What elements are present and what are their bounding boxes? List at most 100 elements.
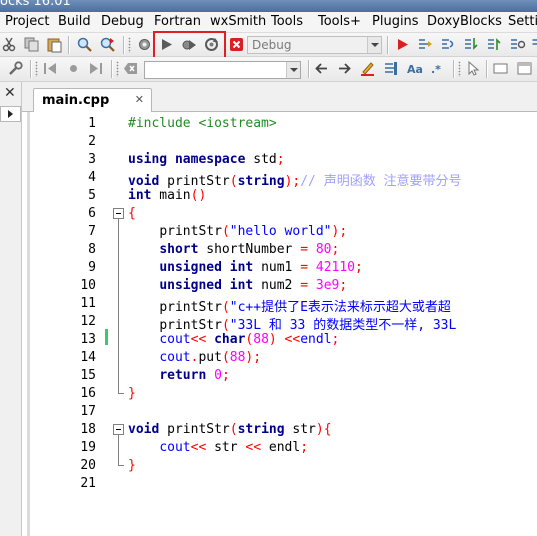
toolbar-grip — [128, 37, 131, 53]
toolbar-separator — [30, 60, 31, 78]
step-out-icon[interactable] — [486, 36, 503, 53]
menu-project[interactable]: Project — [5, 14, 49, 29]
code-token: printStr — [159, 224, 222, 239]
rectangle-icon[interactable] — [492, 60, 509, 77]
toolbar-grip — [35, 61, 38, 77]
code-token: main — [151, 188, 191, 203]
secondary-toolbar: Aa .* — [0, 57, 537, 82]
code-string: "c++提供了E表示法来标示超大或者超 — [229, 300, 451, 315]
wrench-icon[interactable] — [7, 60, 24, 77]
code-line-12: printStr("33L 和 33 的数据类型不一样, 33L — [159, 318, 457, 333]
line-number: 6 — [88, 206, 96, 221]
code-token: string — [237, 422, 285, 437]
line-number: 8 — [88, 242, 96, 257]
code-token: printStr — [159, 300, 222, 315]
window-icon[interactable] — [516, 60, 533, 77]
line-number: 5 — [88, 188, 96, 203]
build-gear-icon[interactable] — [136, 36, 153, 53]
code-token: num2 — [253, 278, 301, 293]
fold-guide — [118, 219, 119, 393]
code-line-7: printStr("hello world"); — [159, 224, 348, 239]
code-token: std — [245, 152, 277, 167]
code-token: namespace — [174, 152, 246, 167]
replace-icon[interactable] — [99, 36, 116, 53]
clear-search-icon[interactable] — [122, 60, 139, 77]
line-number: 2 — [88, 134, 96, 149]
build-target-value: Debug — [252, 38, 292, 52]
line-number: 19 — [80, 440, 96, 455]
code-token: cout — [159, 350, 191, 365]
code-token: str — [206, 440, 246, 455]
search-combo[interactable] — [144, 61, 301, 79]
fold-toggle-icon[interactable] — [113, 208, 124, 219]
jump-forward-icon[interactable] — [87, 60, 104, 77]
build-target-select[interactable]: Debug — [247, 36, 382, 54]
editor-tab-strip: main.cpp ✕ — [22, 82, 537, 113]
case-icon[interactable]: Aa — [406, 60, 423, 77]
menu-debug[interactable]: Debug — [101, 14, 144, 29]
code-line-4: void printStr(string);// 声明函数 注意要带分号 — [128, 174, 462, 189]
toolbar-separator — [387, 36, 388, 54]
code-token: int — [229, 260, 254, 275]
highlight-pen-icon[interactable] — [359, 60, 376, 77]
close-icon[interactable]: ✕ — [135, 93, 144, 106]
panel-expand-icon[interactable] — [0, 106, 21, 122]
toolbar-separator — [486, 60, 487, 78]
line-number: 18 — [80, 422, 96, 437]
find-icon[interactable] — [76, 36, 93, 53]
code-string: "hello world" — [229, 224, 332, 239]
toolbar-grip — [458, 61, 461, 77]
menu-tools[interactable]: Tools — [271, 14, 303, 29]
code-line-15: return 0; — [159, 368, 230, 383]
code-line-16: } — [128, 386, 136, 401]
chevron-down-icon[interactable] — [286, 62, 300, 78]
code-token: cout — [159, 332, 191, 347]
menu-wxsmith[interactable]: wxSmith — [210, 14, 266, 29]
run-to-cursor-icon[interactable] — [417, 36, 434, 53]
abort-icon[interactable] — [228, 36, 245, 53]
menu-plugins[interactable]: Plugins — [372, 14, 419, 29]
toolbar-grip — [116, 61, 119, 77]
line-number: 20 — [80, 458, 96, 473]
menu-tools-plus[interactable]: Tools+ — [318, 14, 361, 29]
pointer-icon[interactable] — [464, 60, 481, 77]
toolbar-overflow-icon[interactable] — [527, 36, 537, 53]
code-token: #include <iostream> — [128, 116, 277, 131]
code-editor[interactable]: 1 2 3 4 5 6 7 8 9 10 11 12 13 14 15 16 1… — [22, 112, 537, 536]
menu-bar: Project Build Debug Fortran wxSmith Tool… — [0, 12, 537, 33]
menu-doxyblocks[interactable]: DoxyBlocks — [427, 14, 502, 29]
jump-back-icon[interactable] — [42, 60, 59, 77]
arrow-left-icon[interactable] — [313, 60, 330, 77]
chevron-down-icon[interactable] — [367, 37, 381, 53]
changed-line-marker — [105, 329, 108, 345]
menu-fortran[interactable]: Fortran — [154, 14, 201, 29]
arrow-right-icon[interactable] — [336, 60, 353, 77]
code-token: endl — [300, 332, 332, 347]
code-area[interactable]: #include <iostream> using namespace std;… — [128, 112, 537, 536]
code-string: "33L 和 33 的数据类型不一样, 33L — [229, 318, 457, 333]
paste-icon[interactable] — [46, 36, 63, 53]
fold-toggle-icon[interactable] — [113, 424, 124, 435]
code-line-18: void printStr(string str){ — [128, 422, 332, 437]
code-line-13: cout<< char(88) <<endl; — [159, 332, 340, 347]
code-line-1: #include <iostream> — [128, 116, 277, 131]
close-icon[interactable]: ✕ — [4, 85, 16, 101]
code-number: 0 — [214, 368, 222, 383]
toolbar-separator — [68, 36, 69, 54]
bookmark-dot-icon[interactable] — [65, 60, 82, 77]
tab-main-cpp[interactable]: main.cpp ✕ — [33, 88, 152, 113]
regex-icon[interactable]: .* — [429, 60, 446, 77]
next-line-icon[interactable] — [440, 36, 457, 53]
debug-start-icon[interactable] — [394, 36, 411, 53]
code-token: char — [214, 332, 246, 347]
next-instruction-icon[interactable] — [509, 36, 526, 53]
selected-text-icon[interactable] — [382, 60, 399, 77]
step-into-icon[interactable] — [463, 36, 480, 53]
copy-icon[interactable] — [23, 36, 40, 53]
menu-build[interactable]: Build — [58, 14, 91, 29]
cut-icon[interactable] — [1, 36, 18, 53]
line-number-gutter: 1 2 3 4 5 6 7 8 9 10 11 12 13 14 15 16 1… — [30, 112, 110, 536]
line-number: 1 — [88, 116, 96, 131]
menu-settings[interactable]: Settin — [508, 14, 537, 29]
code-line-6: { — [128, 206, 136, 221]
